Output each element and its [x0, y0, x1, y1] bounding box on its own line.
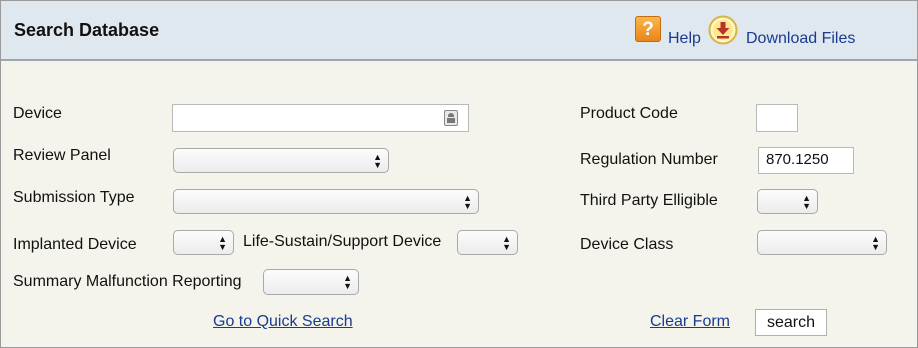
- up-down-arrow-icon: ▲ ▼: [218, 233, 227, 252]
- implanted-device-label: Implanted Device: [13, 236, 137, 253]
- regulation-number-value: 870.1250: [766, 151, 829, 168]
- page-title: Search Database: [14, 20, 160, 40]
- download-icon[interactable]: [708, 15, 738, 45]
- quick-search-link[interactable]: Go to Quick Search: [213, 313, 353, 331]
- submission-type-label: Submission Type: [13, 189, 135, 206]
- up-down-arrow-icon: ▲ ▼: [871, 233, 880, 252]
- regulation-number-input[interactable]: 870.1250: [758, 147, 854, 174]
- product-code-label: Product Code: [580, 105, 678, 122]
- device-label: Device: [13, 105, 62, 122]
- third-party-select[interactable]: ▲ ▼: [757, 189, 818, 214]
- up-down-arrow-icon: ▲ ▼: [343, 273, 352, 291]
- device-class-select[interactable]: ▲ ▼: [757, 230, 887, 255]
- search-button[interactable]: search: [755, 309, 827, 336]
- product-code-input[interactable]: [756, 104, 798, 132]
- life-sustain-select[interactable]: ▲ ▼: [457, 230, 518, 255]
- review-panel-label: Review Panel: [13, 147, 111, 164]
- up-down-arrow-icon: ▲ ▼: [802, 192, 811, 211]
- up-down-arrow-icon: ▲ ▼: [463, 192, 472, 211]
- help-icon[interactable]: ?: [635, 16, 661, 42]
- summary-malfunction-label: Summary Malfunction Reporting: [13, 273, 242, 290]
- up-down-arrow-icon: ▲ ▼: [502, 233, 511, 252]
- submission-type-select[interactable]: ▲ ▼: [173, 189, 479, 214]
- device-input[interactable]: [172, 104, 469, 132]
- device-class-label: Device Class: [580, 236, 674, 253]
- implanted-device-select[interactable]: ▲ ▼: [173, 230, 234, 255]
- regulation-number-label: Regulation Number: [580, 151, 718, 168]
- up-down-arrow-icon: ▲ ▼: [373, 151, 382, 170]
- search-database-panel: Search Database ? Help Download Files De…: [0, 0, 918, 348]
- summary-malfunction-select[interactable]: ▲ ▼: [263, 269, 359, 295]
- life-sustain-label: Life-Sustain/Support Device: [243, 233, 442, 250]
- download-files-link[interactable]: Download Files: [746, 30, 855, 48]
- panel-header: Search Database ? Help Download Files: [1, 1, 917, 61]
- contact-picker-icon[interactable]: [444, 110, 458, 126]
- help-link[interactable]: Help: [668, 30, 701, 48]
- review-panel-select[interactable]: ▲ ▼: [173, 148, 389, 173]
- clear-form-link[interactable]: Clear Form: [650, 313, 730, 331]
- third-party-label: Third Party Elligible: [580, 192, 718, 209]
